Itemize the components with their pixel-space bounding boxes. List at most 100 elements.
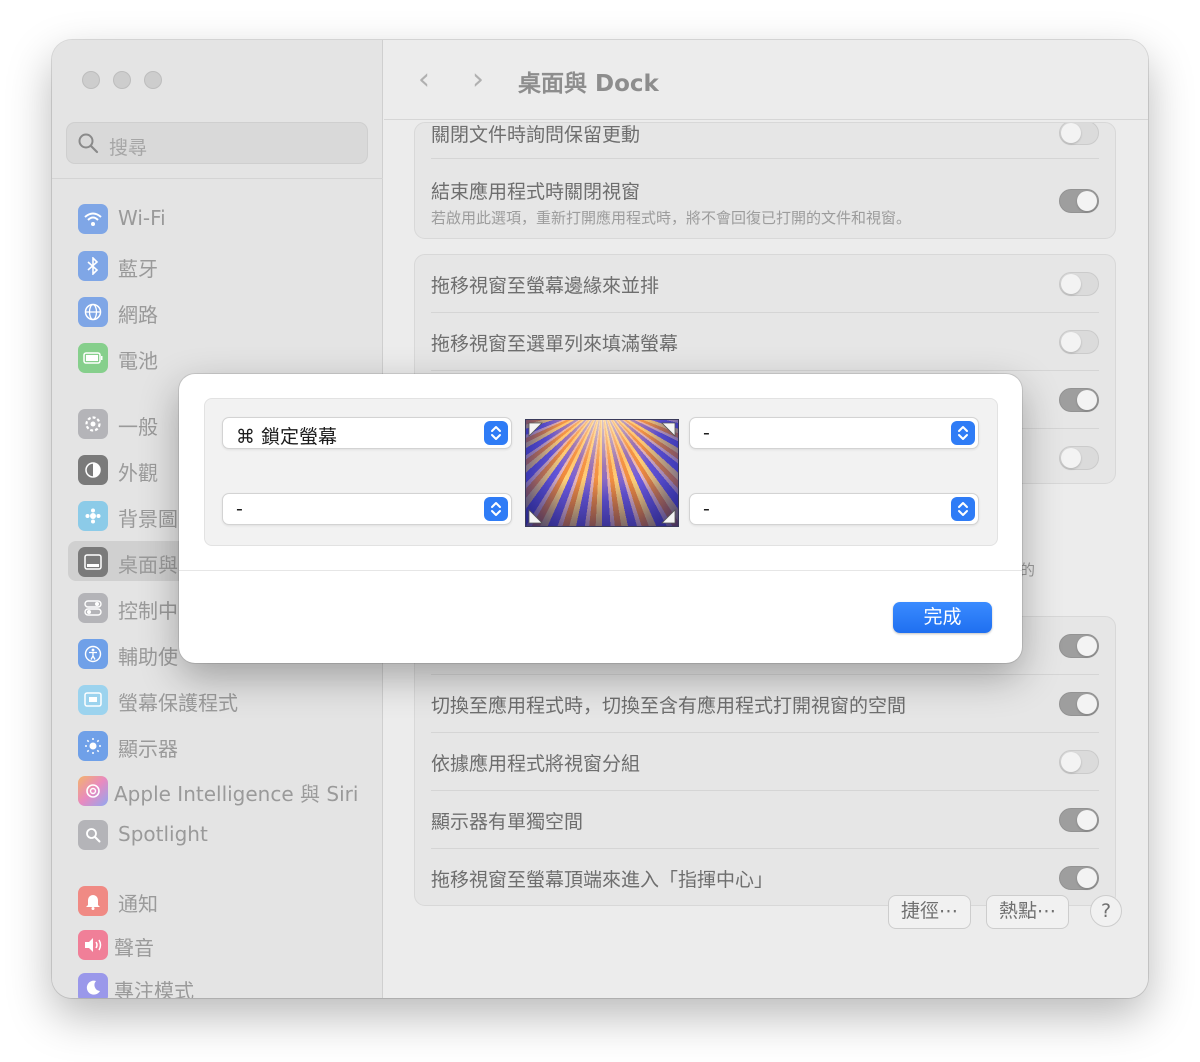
appearance-icon	[78, 455, 108, 485]
hidden-setting-toggle[interactable]	[1059, 634, 1099, 658]
forward-chevron-icon[interactable]: ›	[472, 62, 484, 97]
back-chevron-icon[interactable]: ‹	[418, 62, 430, 97]
top-right-corner-icon	[661, 422, 676, 437]
chevron-up-down-icon	[484, 497, 508, 521]
sidebar-item-siri[interactable]: Apple Intelligence 與 Siri	[68, 770, 368, 810]
spotlight-icon	[78, 820, 108, 850]
chevron-up-down-icon	[484, 421, 508, 445]
close-window-button[interactable]	[82, 71, 100, 89]
sidebar-item-label: 一般	[118, 415, 158, 439]
toolbar: ‹ › 桌面與 Dock	[384, 40, 1148, 120]
fill-screen-toggle[interactable]	[1059, 330, 1099, 354]
setting-label: 結束應用程式時關閉視窗	[431, 181, 641, 203]
setting-row: 結束應用程式時關閉視窗 若啟用此選項，重新打開應用程式時，將不會回復已打開的文件…	[431, 159, 1099, 238]
control-center-icon	[78, 593, 108, 623]
group-windows-toggle[interactable]	[1059, 750, 1099, 774]
sidebar-item-screensaver[interactable]: 螢幕保護程式	[68, 679, 368, 719]
tile-to-edges-toggle[interactable]	[1059, 272, 1099, 296]
battery-icon	[78, 343, 108, 373]
popup-value: -	[703, 422, 710, 444]
globe-icon	[78, 297, 108, 327]
chevron-up-down-icon	[951, 421, 975, 445]
drag-to-mission-control-toggle[interactable]	[1059, 866, 1099, 890]
setting-row: 顯示器有單獨空間	[431, 791, 1099, 849]
wifi-icon	[78, 204, 108, 234]
settings-group-windows: 關閉文件時詢問保留更動 結束應用程式時關閉視窗 若啟用此選項，重新打開應用程式時…	[414, 122, 1116, 239]
sidebar-item-label: 顯示器	[118, 737, 178, 761]
setting-label: 拖移視窗至選單列來填滿螢幕	[431, 333, 679, 355]
minimize-window-button[interactable]	[113, 71, 131, 89]
setting-row: 拖移視窗至螢幕邊緣來並排	[431, 255, 1099, 313]
help-button[interactable]: ?	[1090, 895, 1122, 927]
display-icon	[78, 731, 108, 761]
done-button[interactable]: 完成	[893, 602, 992, 633]
search-field[interactable]: 搜尋	[66, 122, 368, 164]
setting-row: 切換至應用程式時，切換至含有應用程式打開視窗的空間	[431, 675, 1099, 733]
screensaver-icon	[78, 685, 108, 715]
setting-row: 拖移視窗至選單列來填滿螢幕	[431, 313, 1099, 371]
search-icon	[77, 132, 99, 158]
bottom-right-corner-popup[interactable]: -	[689, 493, 979, 525]
sidebar-item-label: 控制中	[118, 599, 178, 623]
hot-corners-panel: ⌘ 鎖定螢幕 - - -	[204, 398, 998, 546]
setting-label: 依據應用程式將視窗分組	[431, 753, 641, 775]
hidden-setting-toggle[interactable]	[1059, 446, 1099, 470]
setting-row: 依據應用程式將視窗分組	[431, 733, 1099, 791]
sidebar-item-bluetooth[interactable]: 藍牙	[68, 245, 368, 285]
bottom-right-corner-icon	[661, 509, 676, 524]
sidebar-item-label: 螢幕保護程式	[118, 691, 238, 715]
siri-icon	[78, 776, 108, 806]
popup-value: -	[703, 498, 710, 520]
truncated-text: 的	[1020, 561, 1036, 579]
shortcuts-button[interactable]: 捷徑⋯	[888, 895, 972, 929]
switch-to-space-toggle[interactable]	[1059, 692, 1099, 716]
page-title: 桌面與 Dock	[518, 71, 659, 97]
setting-description: 若啟用此選項，重新打開應用程式時，將不會回復已打開的文件和視窗。	[431, 209, 912, 227]
close-windows-on-quit-toggle[interactable]	[1059, 189, 1099, 213]
search-placeholder: 搜尋	[109, 137, 148, 159]
bluetooth-icon	[78, 251, 108, 281]
sidebar-item-label: Spotlight	[118, 822, 208, 846]
hot-corners-button[interactable]: 熱點⋯	[986, 895, 1070, 929]
bottom-left-corner-icon	[528, 509, 543, 524]
top-right-corner-popup[interactable]: -	[689, 417, 979, 449]
sidebar-item-label: Wi-Fi	[118, 206, 166, 230]
setting-label: 切換至應用程式時，切換至含有應用程式打開視窗的空間	[431, 695, 907, 717]
hidden-setting-toggle[interactable]	[1059, 388, 1099, 412]
chevron-up-down-icon	[951, 497, 975, 521]
hot-corners-sheet: ⌘ 鎖定螢幕 - - - 完成	[179, 374, 1022, 663]
sidebar-item-battery[interactable]: 電池	[68, 337, 368, 377]
ask-keep-changes-toggle[interactable]	[1059, 123, 1099, 145]
sidebar-item-label: 背景圖	[118, 507, 178, 531]
dock-icon	[78, 547, 108, 577]
top-left-corner-icon	[528, 422, 543, 437]
setting-label: 拖移視窗至螢幕頂端來進入「指揮中心」	[431, 869, 774, 891]
zoom-window-button[interactable]	[144, 71, 162, 89]
sidebar-item-label: 藍牙	[118, 257, 158, 281]
popup-value: ⌘ 鎖定螢幕	[236, 426, 338, 448]
sidebar-item-notifications[interactable]: 通知	[68, 880, 368, 920]
gear-icon	[78, 409, 108, 439]
sidebar-item-network[interactable]: 網路	[68, 291, 368, 331]
sidebar-item-label: 網路	[118, 303, 158, 327]
sidebar-item-label: 專注模式	[114, 979, 194, 998]
setting-label: 拖移視窗至螢幕邊緣來並排	[431, 275, 660, 297]
sidebar-item-displays[interactable]: 顯示器	[68, 725, 368, 765]
setting-row: 關閉文件時詢問保留更動	[431, 123, 1099, 159]
sidebar-item-label: 電池	[118, 349, 158, 373]
bottom-left-corner-popup[interactable]: -	[222, 493, 512, 525]
sound-icon	[78, 930, 108, 960]
sidebar-item-spotlight[interactable]: Spotlight	[68, 814, 368, 854]
sidebar-item-label: 輔助使	[118, 645, 178, 669]
sidebar-item-wifi[interactable]: Wi-Fi	[68, 198, 368, 238]
sidebar-item-sound[interactable]: 聲音	[68, 924, 368, 964]
setting-label: 關閉文件時詢問保留更動	[431, 124, 641, 146]
separate-spaces-toggle[interactable]	[1059, 808, 1099, 832]
notification-icon	[78, 886, 108, 916]
sheet-divider	[179, 570, 1022, 571]
sidebar-divider	[52, 178, 383, 179]
popup-value: -	[236, 498, 243, 520]
top-left-corner-popup[interactable]: ⌘ 鎖定螢幕	[222, 417, 512, 449]
sidebar-item-focus[interactable]: 專注模式	[68, 967, 368, 998]
accessibility-icon	[78, 639, 108, 669]
